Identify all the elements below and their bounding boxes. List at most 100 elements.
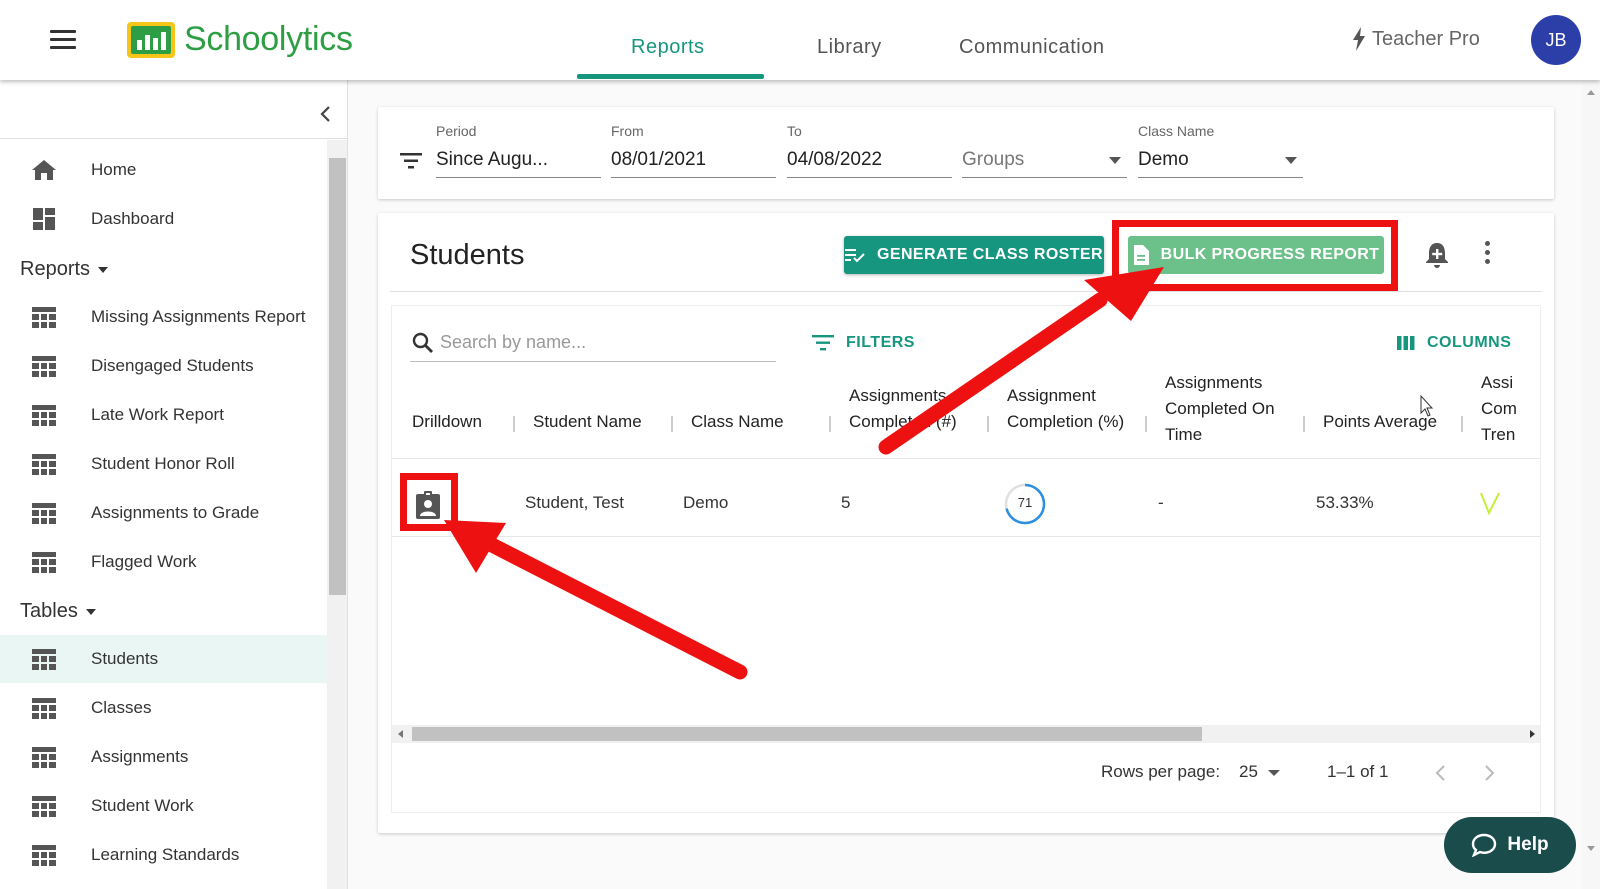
sidebar-item-disengaged-students[interactable]: Disengaged Students	[0, 342, 327, 390]
chevron-left-icon[interactable]	[318, 104, 334, 124]
generate-class-roster-button[interactable]: GENERATE CLASS ROSTER	[844, 236, 1104, 274]
pagination-range: 1–1 of 1	[1327, 762, 1389, 781]
column-separator[interactable]	[1303, 416, 1305, 432]
column-separator[interactable]	[1461, 416, 1463, 432]
chevron-right-icon[interactable]	[1482, 764, 1496, 782]
table-horizontal-scrollbar[interactable]	[392, 725, 1540, 743]
sidebar-item-students[interactable]: Students	[0, 635, 327, 683]
sidebar-item-late-work[interactable]: Late Work Report	[0, 391, 327, 439]
sidebar-item-flagged-work[interactable]: Flagged Work	[0, 538, 327, 586]
column-header-assignment-completion[interactable]: Assignment Completion (%)	[1007, 383, 1124, 435]
from-label: From	[611, 123, 644, 139]
sidebar-section-tables[interactable]: Tables	[20, 600, 96, 623]
table-icon	[32, 503, 56, 524]
dropdown-arrow-icon[interactable]	[1268, 770, 1280, 776]
sidebar-section-reports[interactable]: Reports	[20, 258, 109, 281]
caret-down-icon	[85, 608, 96, 615]
page-title: Students	[410, 239, 525, 271]
to-date-field[interactable]: To 04/08/2022	[787, 123, 952, 178]
groups-select[interactable]: Groups	[962, 123, 1127, 178]
sidebar-item-label: Students	[91, 649, 159, 668]
scroll-left-arrow-icon[interactable]	[398, 730, 403, 738]
class-name-label: Class Name	[1138, 123, 1215, 139]
section-label: Tables	[20, 600, 78, 622]
column-header-student-name[interactable]: Student Name	[533, 409, 642, 435]
column-header-completed-on-time[interactable]: Assignments Completed On Time	[1165, 370, 1275, 448]
scroll-right-arrow-icon[interactable]	[1530, 730, 1535, 738]
sidebar-item-assignments[interactable]: Assignments	[0, 733, 327, 781]
table-icon	[32, 552, 56, 573]
column-separator[interactable]	[1145, 416, 1147, 432]
sidebar-item-assignments-to-grade[interactable]: Assignments to Grade	[0, 489, 327, 537]
highlight-box-bulk-report	[1112, 220, 1398, 291]
sidebar-item-label: Assignments	[91, 747, 189, 766]
column-separator[interactable]	[987, 416, 989, 432]
sidebar-item-honor-roll[interactable]: Student Honor Roll	[0, 440, 327, 488]
caret-down-icon	[98, 266, 109, 273]
schoolytics-logo-icon	[127, 22, 175, 58]
column-header-drilldown[interactable]: Drilldown	[412, 409, 482, 435]
table-icon	[32, 698, 56, 719]
checklist-icon	[845, 249, 865, 263]
menu-icon[interactable]	[50, 30, 76, 50]
avatar[interactable]: JB	[1531, 15, 1581, 65]
filter-icon[interactable]	[400, 153, 422, 169]
tab-communication[interactable]: Communication	[959, 36, 1104, 59]
period-select[interactable]: Period Since Augu...	[436, 123, 601, 178]
sidebar-divider	[0, 138, 348, 139]
bell-add-icon[interactable]	[1424, 241, 1450, 269]
column-separator[interactable]	[671, 416, 673, 432]
help-button[interactable]: Help	[1444, 817, 1576, 873]
filters-button[interactable]: FILTERS	[812, 334, 915, 352]
period-value: Since Augu...	[436, 149, 601, 178]
table-icon	[32, 796, 56, 817]
column-separator[interactable]	[829, 416, 831, 432]
cell-assignments-completed: 5	[841, 493, 851, 512]
plan-badge[interactable]: Teacher Pro	[1352, 27, 1480, 51]
to-label: To	[787, 123, 802, 139]
chat-bubble-icon	[1472, 833, 1497, 857]
column-header-completion-trend[interactable]: Assi Com Tren	[1481, 370, 1517, 448]
tab-library[interactable]: Library	[817, 36, 882, 59]
scroll-down-arrow-icon[interactable]	[1587, 846, 1595, 851]
table-scrollbar-thumb[interactable]	[412, 727, 1202, 741]
rows-per-page-label: Rows per page:	[1101, 762, 1221, 781]
help-label: Help	[1507, 834, 1549, 855]
students-card: Students GENERATE CLASS ROSTER BULK PROG…	[378, 213, 1554, 833]
column-header-assignments-completed[interactable]: Assignments Completed (#)	[849, 383, 957, 435]
sidebar-item-missing-assignments[interactable]: Missing Assignments Report	[0, 293, 327, 341]
sidebar-item-student-work[interactable]: Student Work	[0, 782, 327, 830]
sidebar-item-learning-standards[interactable]: Learning Standards	[0, 831, 327, 879]
sidebar-scrollbar-thumb[interactable]	[329, 158, 346, 595]
sidebar-item-label: Learning Standards	[91, 845, 240, 864]
top-app-bar: Schoolytics Reports Library Communicatio…	[0, 0, 1600, 80]
sidebar-item-label: Student Honor Roll	[91, 454, 235, 473]
active-tab-indicator	[577, 74, 764, 79]
sidebar-item-classes[interactable]: Classes	[0, 684, 327, 732]
row-divider	[392, 536, 1540, 537]
sidebar-item-dashboard[interactable]: Dashboard	[0, 195, 327, 243]
more-vert-icon[interactable]	[1482, 241, 1492, 267]
plan-label: Teacher Pro	[1372, 27, 1480, 50]
column-separator[interactable]	[513, 416, 515, 432]
chevron-left-icon[interactable]	[1434, 764, 1448, 782]
search-input[interactable]	[440, 328, 770, 356]
columns-button[interactable]: COLUMNS	[1397, 334, 1511, 352]
cell-student-name[interactable]: Student, Test	[525, 493, 624, 513]
sidebar-item-home[interactable]: Home	[0, 146, 327, 194]
rows-per-page-select[interactable]: 25	[1239, 762, 1258, 782]
sidebar-item-label: Home	[91, 160, 137, 179]
search-field[interactable]	[410, 326, 776, 362]
scroll-up-arrow-icon[interactable]	[1587, 90, 1595, 95]
tab-reports[interactable]: Reports	[631, 36, 705, 59]
filter-list-icon	[812, 335, 834, 351]
page-vertical-scrollbar[interactable]	[1582, 80, 1600, 889]
column-header-class-name[interactable]: Class Name	[691, 409, 784, 435]
lightning-icon	[1353, 27, 1365, 51]
class-name-select[interactable]: Class Name Demo	[1138, 123, 1303, 178]
sidebar: Home Dashboard Reports Missing Assignmen…	[0, 80, 348, 889]
column-header-points-average[interactable]: Points Average	[1323, 409, 1437, 435]
header-divider	[392, 458, 1540, 459]
card-divider	[390, 291, 1542, 292]
from-date-field[interactable]: From 08/01/2021	[611, 123, 776, 178]
